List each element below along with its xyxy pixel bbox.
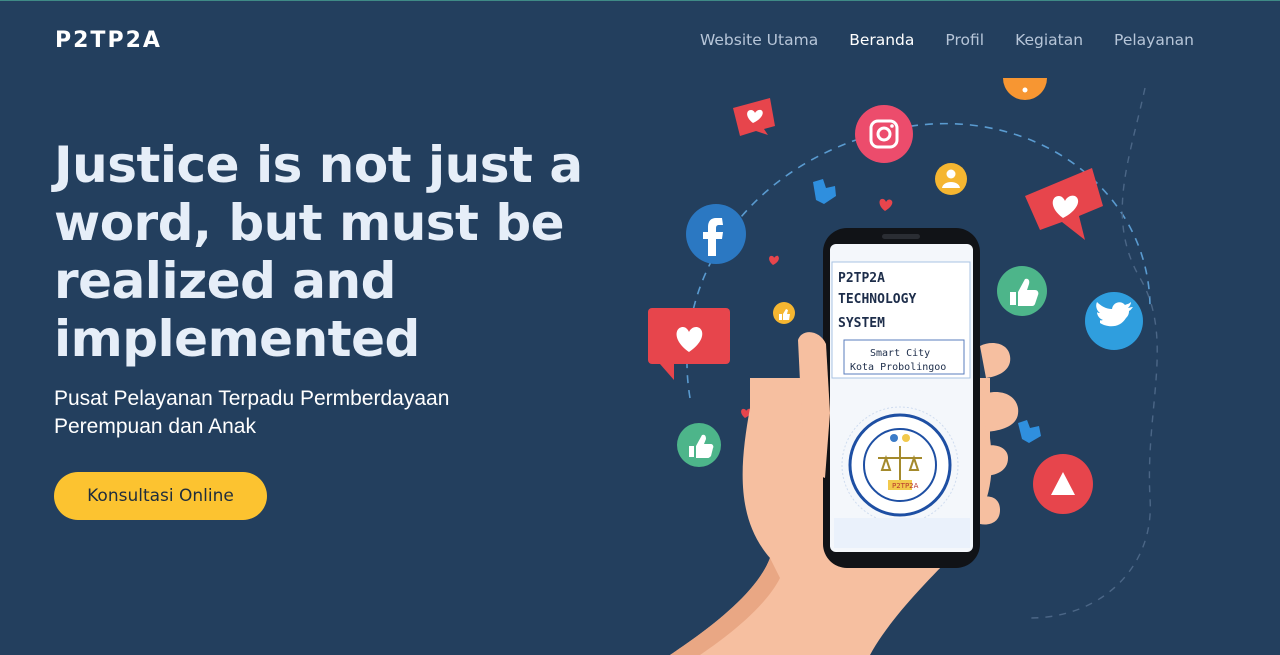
twitter-icon (1085, 292, 1143, 350)
orbit-line-outer (1029, 87, 1158, 619)
small-heart-icon (879, 198, 893, 211)
thumbs-up-small-icon (813, 179, 836, 204)
hero-subtitle: Pusat Pelayanan Terpadu Permberdayaan Pe… (54, 387, 450, 438)
seal-badge: P2TP2A (892, 482, 919, 490)
screen-line-3: SYSTEM (838, 316, 885, 331)
nav-website-utama[interactable]: Website Utama (700, 31, 818, 49)
thumbs-up-small-icon (773, 302, 795, 324)
heart-bubble-icon (733, 98, 775, 136)
screen-city-1: Smart City (870, 348, 930, 359)
thumbs-up-small-icon (1018, 420, 1041, 443)
facebook-icon (686, 204, 746, 264)
small-heart-icon (769, 255, 779, 265)
user-icon (935, 163, 967, 195)
main-nav: Website Utama Beranda Profil Kegiatan Pe… (700, 31, 1194, 49)
screen-city-2: Kota Probolingoo (850, 362, 946, 373)
konsultasi-online-button[interactable]: Konsultasi Online (54, 472, 267, 520)
heart-bubble-icon (1025, 168, 1103, 240)
heart-bubble-icon (648, 308, 730, 380)
hero-illustration: P2TP2A TECHNOLOGY SYSTEM Smart City Kota… (630, 78, 1190, 655)
instagram-icon (855, 105, 913, 163)
nav-beranda[interactable]: Beranda (849, 31, 914, 49)
phone-device: P2TP2A TECHNOLOGY SYSTEM Smart City Kota… (823, 228, 980, 568)
screen-line-1: P2TP2A (838, 271, 885, 286)
youtube-icon (1033, 454, 1093, 514)
like-icon (997, 266, 1047, 316)
phone-social-illustration: P2TP2A TECHNOLOGY SYSTEM Smart City Kota… (648, 78, 1158, 655)
share-icon (1003, 78, 1047, 100)
like-icon (677, 423, 721, 467)
screen-line-2: TECHNOLOGY (838, 292, 916, 307)
top-border (0, 0, 1280, 1)
hero-title: Justice is not just a word, but must be … (54, 136, 583, 368)
nav-pelayanan[interactable]: Pelayanan (1114, 31, 1194, 49)
nav-kegiatan[interactable]: Kegiatan (1015, 31, 1083, 49)
nav-profil[interactable]: Profil (945, 31, 984, 49)
site-logo[interactable]: P2TP2A (55, 28, 162, 53)
